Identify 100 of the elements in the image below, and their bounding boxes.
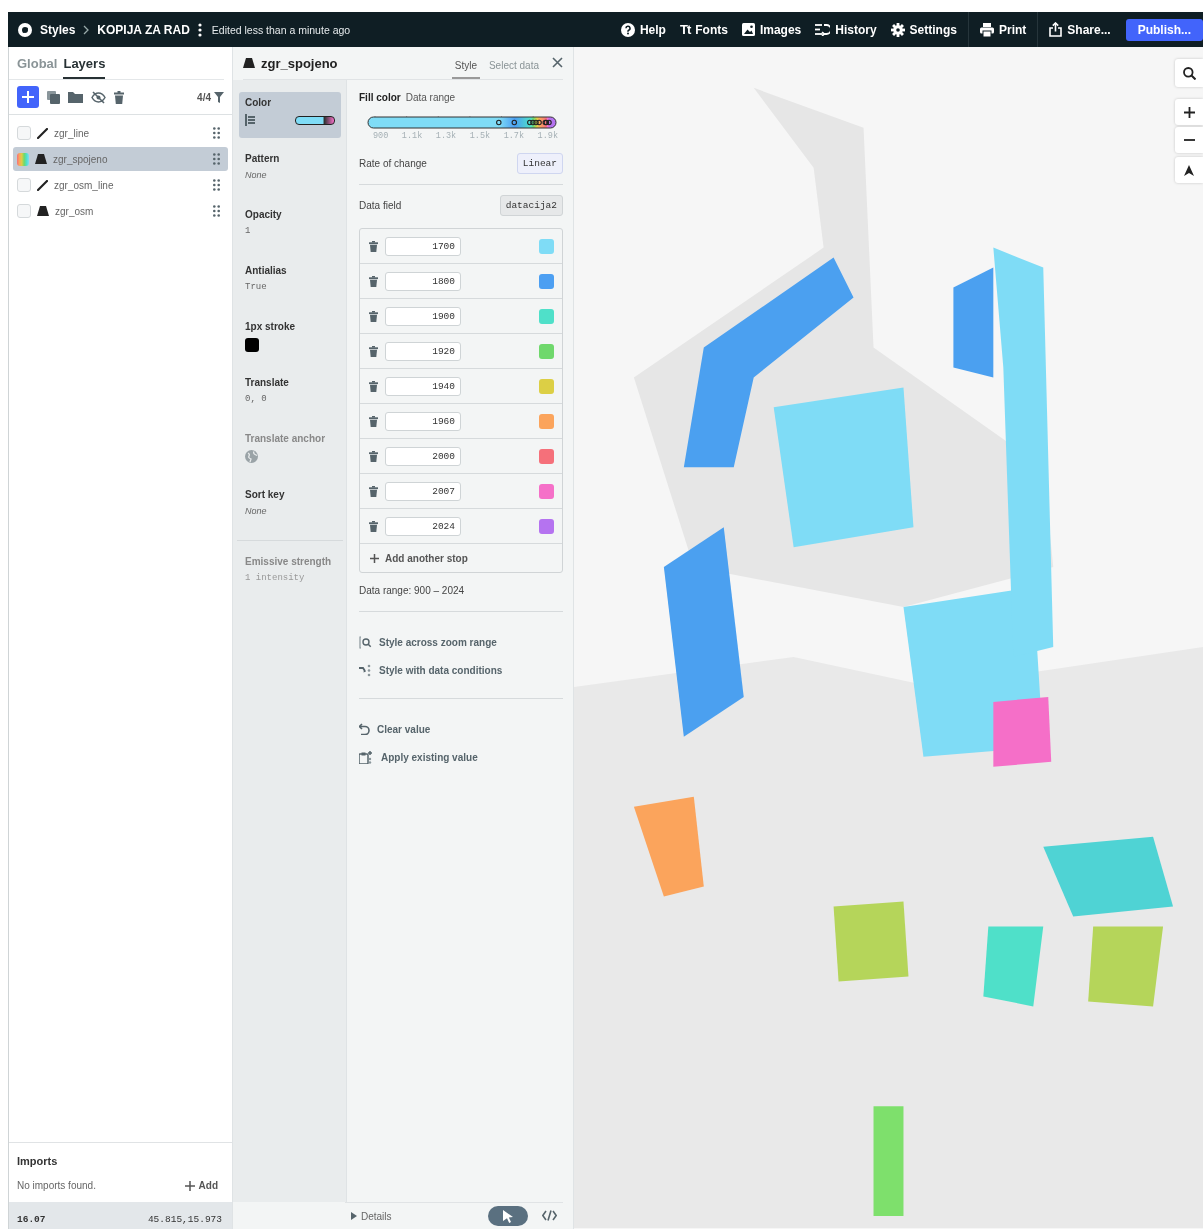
- property-value: None: [245, 170, 268, 180]
- field-label: Data field: [359, 200, 402, 211]
- property-item[interactable]: Pattern None: [239, 148, 341, 194]
- stop-value-field[interactable]: 2024: [385, 516, 461, 536]
- filter-icon[interactable]: [214, 91, 224, 103]
- style-option-button[interactable]: Style with data conditions: [359, 656, 563, 684]
- trash-icon[interactable]: [369, 450, 378, 462]
- color-ramp-slider[interactable]: [367, 113, 557, 129]
- toolbar-button[interactable]: History: [808, 12, 884, 47]
- trash-icon[interactable]: [369, 240, 378, 252]
- expand-icon: [351, 1212, 357, 1220]
- minus-icon: [1183, 139, 1195, 141]
- stop-value-field[interactable]: 1960: [385, 411, 461, 431]
- property-item[interactable]: Opacity 1: [239, 204, 341, 250]
- select-mode-button[interactable]: [488, 1206, 528, 1226]
- trash-icon[interactable]: [369, 310, 378, 322]
- value-option-button[interactable]: Clear value: [359, 715, 563, 743]
- color-swatch[interactable]: [539, 518, 554, 534]
- toolbar-button[interactable]: Print: [972, 12, 1034, 47]
- toolbar-button[interactable]: Images: [734, 12, 809, 47]
- add-stop-button[interactable]: Add another stop: [360, 544, 474, 572]
- image-icon: [741, 23, 755, 36]
- trash-icon[interactable]: [369, 275, 378, 287]
- publish-button[interactable]: Publish...: [1125, 18, 1203, 41]
- breadcrumb-link[interactable]: Styles: [40, 22, 76, 37]
- property-value: None: [245, 506, 268, 516]
- trash-icon[interactable]: [369, 380, 378, 392]
- zoom-range-icon: [359, 635, 372, 649]
- drag-handle-icon[interactable]: [213, 179, 220, 191]
- trash-icon[interactable]: [369, 345, 378, 357]
- drag-handle-icon[interactable]: [213, 153, 220, 165]
- zoom-out-button[interactable]: [1175, 127, 1203, 153]
- stop-value-field[interactable]: 1800: [385, 271, 461, 291]
- interpolation-button[interactable]: Linear: [516, 153, 563, 174]
- code-button[interactable]: [542, 1208, 557, 1224]
- stop-value-field[interactable]: 1920: [385, 341, 461, 361]
- stop-value-field[interactable]: 1700: [385, 236, 461, 256]
- property-title: Fill color: [359, 92, 401, 103]
- folder-icon[interactable]: [68, 91, 83, 103]
- style-name[interactable]: KOPIJA ZA RAD: [97, 22, 190, 37]
- toolbar-button[interactable]: Settings: [883, 12, 964, 47]
- trash-icon[interactable]: [114, 90, 124, 104]
- layer-item[interactable]: zgr_spojeno: [13, 147, 228, 171]
- section-title: Imports: [17, 1155, 59, 1167]
- color-swatch[interactable]: [539, 273, 554, 289]
- layer-item[interactable]: zgr_line: [13, 121, 228, 145]
- hide-icon[interactable]: [91, 90, 106, 104]
- stop-value-field[interactable]: 1900: [385, 306, 461, 326]
- trash-icon[interactable]: [369, 415, 378, 427]
- stop-value-field[interactable]: 2000: [385, 446, 461, 466]
- drag-handle-icon[interactable]: [213, 205, 220, 217]
- property-value: 0, 0: [245, 394, 268, 404]
- color-swatch[interactable]: [539, 413, 554, 429]
- details-toggle[interactable]: Details: [351, 1210, 392, 1222]
- color-swatch[interactable]: [539, 483, 554, 499]
- layer-item[interactable]: zgr_osm: [13, 199, 228, 223]
- data-range-text: Data range: 900 – 2024: [359, 585, 466, 596]
- property-item[interactable]: Sort key None: [239, 484, 341, 530]
- layer-name: zgr_osm_line: [54, 179, 115, 191]
- data-field-button[interactable]: datacija2: [499, 195, 563, 216]
- property-item[interactable]: Translate 0, 0: [239, 372, 341, 418]
- property-item[interactable]: Color: [239, 92, 341, 138]
- property-item[interactable]: 1px stroke: [239, 316, 341, 362]
- toolbar-button[interactable]: Tt Fonts: [672, 12, 735, 47]
- search-button[interactable]: [1175, 59, 1203, 87]
- layer-checkbox[interactable]: [17, 178, 31, 192]
- layer-item[interactable]: zgr_osm_line: [13, 173, 228, 197]
- style-option-button[interactable]: Style across zoom range: [359, 628, 563, 656]
- layer-title: zgr_spojeno: [261, 55, 339, 71]
- color-swatch[interactable]: [539, 448, 554, 464]
- compass-button[interactable]: [1175, 157, 1203, 183]
- drag-handle-icon[interactable]: [213, 127, 220, 139]
- toolbar-button[interactable]: Share...: [1042, 12, 1118, 47]
- stop-value-field[interactable]: 2007: [385, 481, 461, 501]
- zoom-in-button[interactable]: [1175, 99, 1203, 125]
- trash-icon[interactable]: [369, 520, 378, 532]
- color-swatch[interactable]: [539, 378, 554, 394]
- axis-label: 1.9k: [537, 131, 558, 141]
- color-swatch[interactable]: [539, 238, 554, 254]
- value-option-button[interactable]: Apply existing value: [359, 743, 563, 771]
- property-label: Antialias: [245, 265, 288, 276]
- color-swatch[interactable]: [539, 343, 554, 359]
- add-import-button[interactable]: Add: [178, 1179, 224, 1192]
- plus-icon: [370, 553, 379, 563]
- stop-value-field[interactable]: 1940: [385, 376, 461, 396]
- layer-checkbox[interactable]: [17, 204, 31, 218]
- property-label: 1px stroke: [245, 321, 297, 332]
- toolbar-button[interactable]: Help: [613, 12, 673, 47]
- editor-tab[interactable]: Style: [451, 51, 480, 79]
- panel-tab[interactable]: Layers: [63, 56, 106, 79]
- layer-checkbox[interactable]: [17, 126, 31, 140]
- duplicate-icon[interactable]: [47, 90, 60, 104]
- trash-icon[interactable]: [369, 485, 378, 497]
- property-item[interactable]: Antialias True: [239, 260, 341, 306]
- axis-label: 1.3k: [435, 131, 457, 141]
- property-label: Opacity: [245, 209, 283, 220]
- layer-name: zgr_osm: [55, 205, 95, 217]
- color-swatch[interactable]: [539, 308, 554, 324]
- cursor-icon: [503, 1209, 513, 1223]
- add-layer-button[interactable]: [17, 86, 39, 108]
